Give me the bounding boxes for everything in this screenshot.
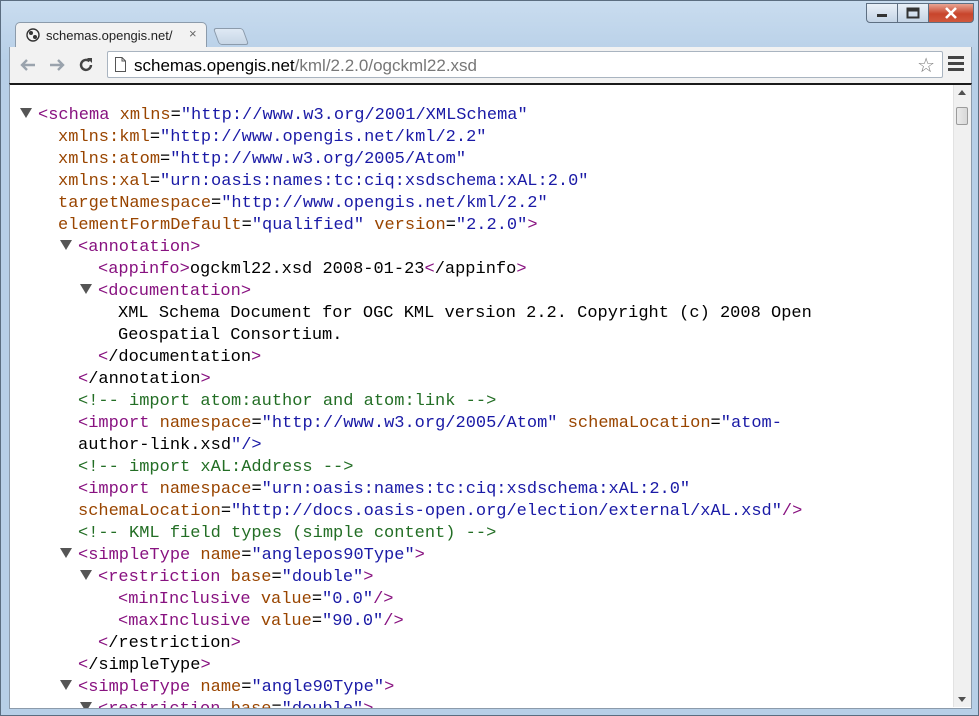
collapse-toggle-icon[interactable] <box>60 240 72 250</box>
xml-line-text: author-link.xsd"/> <box>78 436 262 455</box>
reload-icon[interactable] <box>75 54 97 76</box>
xml-line: <appinfo>ogckml22.xsd 2008-01-23</appinf… <box>22 259 942 281</box>
url-path: /kml/2.2.0/ogckml22.xsd <box>294 56 478 75</box>
back-glyph-icon <box>20 59 35 71</box>
xml-line-text: <!-- KML field types (simple content) --… <box>78 524 497 543</box>
xml-line: <restriction base="double"> <box>22 567 942 589</box>
collapse-toggle-icon[interactable] <box>80 702 92 708</box>
xml-line: <!-- KML field types (simple content) --… <box>22 523 942 545</box>
xml-line: <import namespace="urn:oasis:names:tc:ci… <box>22 479 942 501</box>
xml-line: <maxInclusive value="90.0"/> <box>22 611 942 633</box>
scroll-down-icon[interactable] <box>958 697 966 702</box>
xml-line-text: <maxInclusive value="90.0"/> <box>118 612 404 631</box>
xml-line-text: Geospatial Consortium. <box>118 326 343 345</box>
scroll-up-icon[interactable] <box>958 90 966 95</box>
url-text[interactable]: schemas.opengis.net/kml/2.2.0/ogckml22.x… <box>134 56 477 76</box>
maximize-icon[interactable] <box>897 3 929 23</box>
browser-window: schemas.opengis.net/ × schemas.opengis.n… <box>0 0 979 716</box>
hamburger-menu-icon[interactable] <box>948 56 964 74</box>
forward-arrow-icon[interactable] <box>46 54 68 76</box>
xml-line: elementFormDefault="qualified" version="… <box>22 215 942 237</box>
minimize-glyph-icon <box>877 14 887 17</box>
xml-line-text: <minInclusive value="0.0"/> <box>118 590 394 609</box>
new-tab-button[interactable] <box>212 28 250 45</box>
xml-line: author-link.xsd"/> <box>22 435 942 457</box>
xml-line-text: </documentation> <box>98 348 262 367</box>
scrollbar-thumb[interactable] <box>956 107 968 125</box>
page-content: <schema xmlns="http://www.w3.org/2001/XM… <box>9 83 972 709</box>
xml-line-text: <annotation> <box>78 238 201 257</box>
collapse-toggle-icon[interactable] <box>60 548 72 558</box>
bookmark-star-icon[interactable]: ☆ <box>917 53 935 78</box>
xml-line: <!-- import atom:author and atom:link --… <box>22 391 942 413</box>
maximize-glyph-icon <box>906 7 920 19</box>
globe-favicon-icon <box>26 28 40 42</box>
collapse-toggle-icon[interactable] <box>80 570 92 580</box>
back-arrow-icon[interactable] <box>17 54 39 76</box>
xml-line: <import namespace="http://www.w3.org/200… <box>22 413 942 435</box>
minimize-icon[interactable] <box>866 3 898 23</box>
xml-line: <simpleType name="anglepos90Type"> <box>22 545 942 567</box>
url-host: schemas.opengis.net <box>134 56 295 75</box>
xml-line-text: <restriction base="double"> <box>98 699 373 708</box>
tab-strip: schemas.opengis.net/ × <box>1 1 979 48</box>
xml-line: </annotation> <box>22 369 942 391</box>
xml-line: <restriction base="double"> <box>22 699 942 708</box>
xml-line: </documentation> <box>22 347 942 369</box>
collapse-toggle-icon[interactable] <box>80 284 92 294</box>
xml-line-text: <appinfo>ogckml22.xsd 2008-01-23</appinf… <box>98 260 527 279</box>
xml-line: targetNamespace="http://www.opengis.net/… <box>22 193 942 215</box>
xml-line-text: <!-- import xAL:Address --> <box>78 458 354 477</box>
xml-line-text: schemaLocation="http://docs.oasis-open.o… <box>78 502 803 521</box>
xml-line-text: <documentation> <box>98 282 252 301</box>
xml-line: </simpleType> <box>22 655 942 677</box>
xml-tree-viewer: <schema xmlns="http://www.w3.org/2001/XM… <box>20 105 942 708</box>
vertical-scrollbar[interactable] <box>953 85 971 707</box>
xml-line-text: <simpleType name="anglepos90Type"> <box>78 546 425 565</box>
tab-close-icon[interactable]: × <box>189 26 197 41</box>
xml-line: Geospatial Consortium. <box>22 325 942 347</box>
xml-line-text: <import namespace="http://www.w3.org/200… <box>78 414 782 433</box>
xml-line-text: xmlns:kml="http://www.opengis.net/kml/2.… <box>58 128 487 147</box>
xml-line-text: xmlns:xal="urn:oasis:names:tc:ciq:xsdsch… <box>58 172 589 191</box>
xml-line: xmlns:kml="http://www.opengis.net/kml/2.… <box>22 127 942 149</box>
browser-toolbar: schemas.opengis.net/kml/2.2.0/ogckml22.x… <box>9 47 972 83</box>
forward-glyph-icon <box>50 59 65 71</box>
xml-line: <documentation> <box>22 281 942 303</box>
xml-line-text: <simpleType name="angle90Type"> <box>78 678 395 697</box>
tab-title: schemas.opengis.net/ <box>46 28 173 43</box>
xml-line: <!-- import xAL:Address --> <box>22 457 942 479</box>
xml-line: <schema xmlns="http://www.w3.org/2001/XM… <box>20 105 942 127</box>
xml-line-text: elementFormDefault="qualified" version="… <box>58 216 538 235</box>
xml-line: <simpleType name="angle90Type"> <box>22 677 942 699</box>
collapse-toggle-icon[interactable] <box>60 680 72 690</box>
xml-line-text: <schema xmlns="http://www.w3.org/2001/XM… <box>38 106 528 125</box>
xml-line-text: XML Schema Document for OGC KML version … <box>118 304 812 323</box>
xml-line-text: targetNamespace="http://www.opengis.net/… <box>58 194 548 213</box>
xml-line: xmlns:xal="urn:oasis:names:tc:ciq:xsdsch… <box>22 171 942 193</box>
xml-line-text: </simpleType> <box>78 656 211 675</box>
xml-line: <annotation> <box>22 237 942 259</box>
page-icon <box>115 57 126 72</box>
window-controls <box>866 3 974 25</box>
xml-line-text: <import namespace="urn:oasis:names:tc:ci… <box>78 480 691 499</box>
xml-line: </restriction> <box>22 633 942 655</box>
collapse-toggle-icon[interactable] <box>20 108 32 118</box>
xml-line: schemaLocation="http://docs.oasis-open.o… <box>22 501 942 523</box>
xml-line-text: <!-- import atom:author and atom:link --… <box>78 392 497 411</box>
xml-line-text: </restriction> <box>98 634 241 653</box>
tab-schemas-opengis[interactable]: schemas.opengis.net/ × <box>15 22 207 48</box>
close-glyph-icon <box>945 7 957 19</box>
xml-line-text: <restriction base="double"> <box>98 568 374 587</box>
xml-line: <minInclusive value="0.0"/> <box>22 589 942 611</box>
address-bar[interactable]: schemas.opengis.net/kml/2.2.0/ogckml22.x… <box>107 51 943 78</box>
reload-glyph-icon <box>79 58 93 72</box>
xml-line-text: xmlns:atom="http://www.w3.org/2005/Atom" <box>58 150 467 169</box>
xml-line: xmlns:atom="http://www.w3.org/2005/Atom" <box>22 149 942 171</box>
close-icon[interactable] <box>928 3 974 23</box>
xml-line: XML Schema Document for OGC KML version … <box>22 303 942 325</box>
xml-line-text: </annotation> <box>78 370 211 389</box>
